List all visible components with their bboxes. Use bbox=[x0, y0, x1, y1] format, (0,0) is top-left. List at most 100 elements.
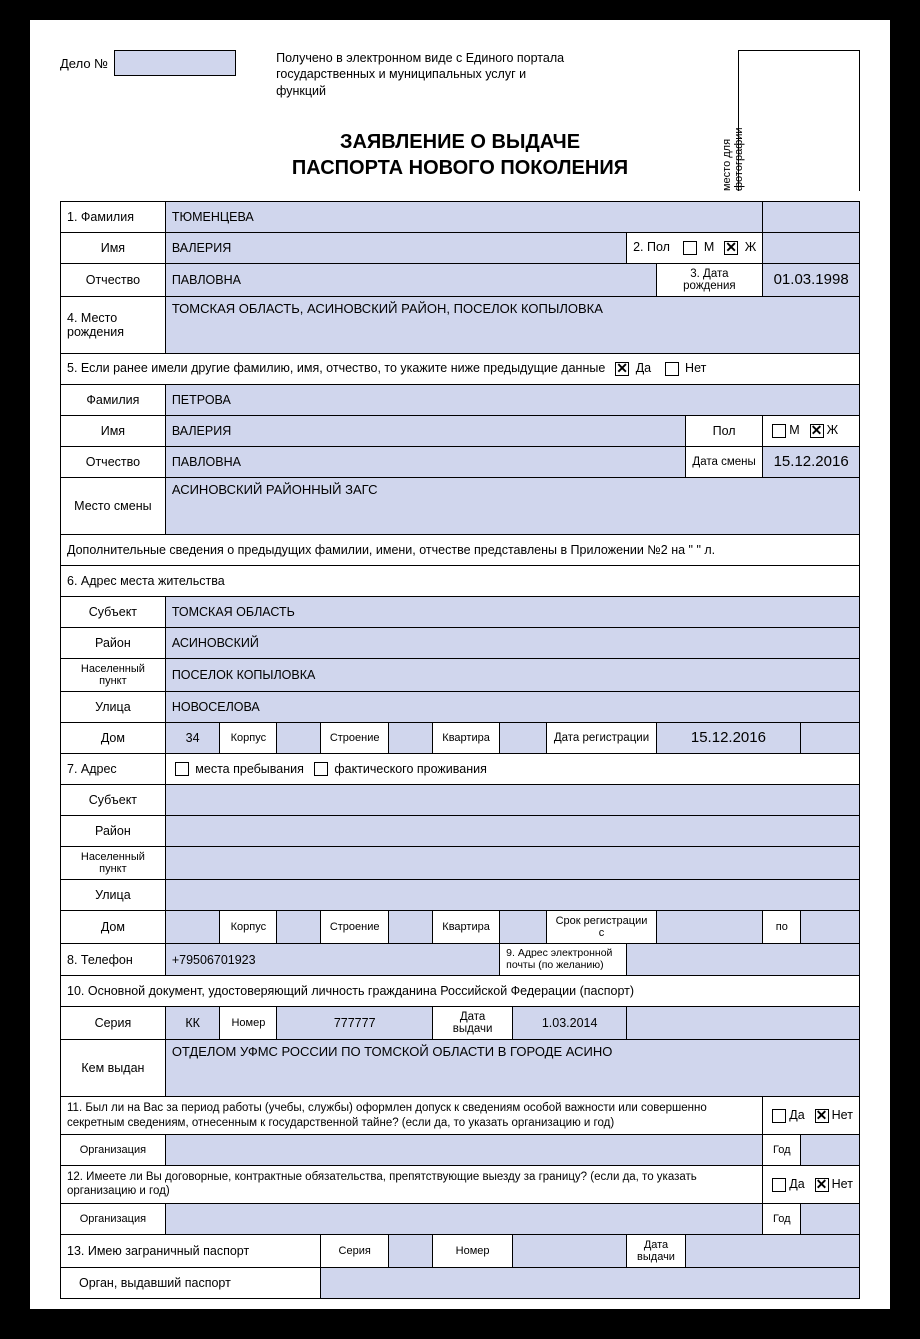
reg-to[interactable] bbox=[801, 911, 860, 944]
prev-patr[interactable]: ПАВЛОВНА bbox=[165, 446, 685, 477]
addr2-subject[interactable] bbox=[165, 784, 859, 815]
addr-subject-label: Субъект bbox=[61, 596, 166, 627]
addr2-district[interactable] bbox=[165, 815, 859, 846]
q12-yes[interactable] bbox=[772, 1178, 786, 1192]
sex-f-checkbox[interactable] bbox=[724, 241, 738, 255]
addendum-note: Дополнительные сведения о предыдущих фам… bbox=[61, 534, 860, 565]
addr2-locality-label: Населенный пункт bbox=[61, 846, 166, 879]
prev-sex-label: Пол bbox=[685, 415, 762, 446]
q12-no[interactable] bbox=[815, 1178, 829, 1192]
surname-value[interactable]: ТЮМЕНЦЕВА bbox=[165, 201, 762, 232]
sex-field: 2. Пол М Ж bbox=[627, 232, 763, 263]
delo-input[interactable] bbox=[114, 50, 236, 76]
birthplace-value[interactable]: ТОМСКАЯ ОБЛАСТЬ, АСИНОВСКИЙ РАЙОН, ПОСЕЛ… bbox=[165, 296, 859, 353]
q12-answer: Да Нет bbox=[763, 1165, 860, 1203]
house2-label: Дом bbox=[61, 911, 166, 944]
issuer[interactable]: ОТДЕЛОМ УФМС РОССИИ ПО ТОМСКОЙ ОБЛАСТИ В… bbox=[165, 1040, 859, 1097]
house-label: Дом bbox=[61, 722, 166, 753]
addr2-street[interactable] bbox=[165, 880, 859, 911]
q11-org-label: Организация bbox=[61, 1134, 166, 1165]
prev-surname[interactable]: ПЕТРОВА bbox=[165, 384, 859, 415]
addr-street-label: Улица bbox=[61, 691, 166, 722]
building2[interactable] bbox=[388, 911, 432, 944]
photo-placeholder: место для фотографии bbox=[738, 50, 860, 191]
q11-year[interactable] bbox=[801, 1134, 860, 1165]
addr-district-label: Район bbox=[61, 627, 166, 658]
building[interactable] bbox=[388, 722, 432, 753]
building2-label: Строение bbox=[321, 911, 388, 944]
change-date-label: Дата смены bbox=[685, 446, 762, 477]
prev-yes-checkbox[interactable] bbox=[615, 362, 629, 376]
addr2-district-label: Район bbox=[61, 815, 166, 846]
dob-value[interactable]: 01.03.1998 bbox=[763, 263, 860, 296]
addr-street[interactable]: НОВОСЕЛОВА bbox=[165, 691, 859, 722]
q11-yes[interactable] bbox=[772, 1109, 786, 1123]
address-header: 6. Адрес места жительства bbox=[61, 565, 860, 596]
addr-subject[interactable]: ТОМСКАЯ ОБЛАСТЬ bbox=[165, 596, 859, 627]
email[interactable] bbox=[627, 944, 860, 976]
change-place-label: Место смены bbox=[61, 477, 166, 534]
q11-year-label: Год bbox=[763, 1134, 801, 1165]
q11-no[interactable] bbox=[815, 1109, 829, 1123]
q13-date[interactable] bbox=[685, 1234, 859, 1267]
house2[interactable] bbox=[165, 911, 220, 944]
korpus[interactable] bbox=[277, 722, 321, 753]
main-table: 1. Фамилия ТЮМЕНЦЕВА Имя ВАЛЕРИЯ 2. Пол … bbox=[60, 201, 860, 1299]
q12: 12. Имеете ли Вы договорные, контрактные… bbox=[61, 1165, 763, 1203]
addr-locality[interactable]: ПОСЕЛОК КОПЫЛОВКА bbox=[165, 658, 859, 691]
reg-date[interactable]: 15.12.2016 bbox=[656, 722, 801, 753]
house[interactable]: 34 bbox=[165, 722, 220, 753]
actual-checkbox[interactable] bbox=[314, 762, 328, 776]
phone[interactable]: +79506701923 bbox=[165, 944, 499, 976]
header: Дело № Получено в электронном виде с Еди… bbox=[60, 50, 860, 99]
number-label: Номер bbox=[220, 1007, 277, 1040]
korpus-label: Корпус bbox=[220, 722, 277, 753]
prev-sex-m-checkbox[interactable] bbox=[772, 424, 786, 438]
q11-org[interactable] bbox=[165, 1134, 762, 1165]
title-line1: ЗАЯВЛЕНИЕ О ВЫДАЧЕ bbox=[340, 131, 580, 153]
flat-label: Квартира bbox=[432, 722, 499, 753]
q12-org[interactable] bbox=[165, 1203, 762, 1234]
issue-date[interactable]: 1.03.2014 bbox=[513, 1007, 627, 1040]
reg-date-label: Дата регистрации bbox=[547, 722, 656, 753]
received-note: Получено в электронном виде с Единого по… bbox=[276, 50, 576, 99]
building-label: Строение bbox=[321, 722, 388, 753]
q13-issuer[interactable] bbox=[321, 1267, 860, 1298]
issuer-label: Кем выдан bbox=[61, 1040, 166, 1097]
stay-checkbox[interactable] bbox=[175, 762, 189, 776]
addr2-locality[interactable] bbox=[165, 846, 859, 879]
q12-org-label: Организация bbox=[61, 1203, 166, 1234]
prev-name-label: Имя bbox=[61, 415, 166, 446]
q13-series-label: Серия bbox=[321, 1234, 388, 1267]
prev-patr-label: Отчество bbox=[61, 446, 166, 477]
photo-label: место для фотографии bbox=[721, 81, 745, 191]
change-place[interactable]: АСИНОВСКИЙ РАЙОННЫЙ ЗАГС bbox=[165, 477, 859, 534]
patronymic-value[interactable]: ПАВЛОВНА bbox=[165, 263, 656, 296]
addr2-street-label: Улица bbox=[61, 880, 166, 911]
dob-label: 3. Дата рождения bbox=[656, 263, 763, 296]
prev-no-checkbox[interactable] bbox=[665, 362, 679, 376]
series[interactable]: КК bbox=[165, 1007, 220, 1040]
addr2-label: 7. Адрес bbox=[61, 753, 166, 784]
change-date[interactable]: 15.12.2016 bbox=[763, 446, 860, 477]
reg-from[interactable] bbox=[656, 911, 763, 944]
q13-number[interactable] bbox=[513, 1234, 627, 1267]
prev-sex-f-checkbox[interactable] bbox=[810, 424, 824, 438]
reg-to-label: по bbox=[763, 911, 801, 944]
korpus2[interactable] bbox=[277, 911, 321, 944]
sex-m-checkbox[interactable] bbox=[683, 241, 697, 255]
reg-term-label: Срок регистрации с bbox=[547, 911, 656, 944]
name-value[interactable]: ВАЛЕРИЯ bbox=[165, 232, 626, 263]
addr-district[interactable]: АСИНОВСКИЙ bbox=[165, 627, 859, 658]
q11: 11. Был ли на Вас за период работы (учеб… bbox=[61, 1097, 763, 1135]
prev-name[interactable]: ВАЛЕРИЯ bbox=[165, 415, 685, 446]
flat2[interactable] bbox=[500, 911, 547, 944]
q13-number-label: Номер bbox=[432, 1234, 512, 1267]
q13-series[interactable] bbox=[388, 1234, 432, 1267]
addr2-type: места пребывания фактического проживания bbox=[165, 753, 859, 784]
addr2-subject-label: Субъект bbox=[61, 784, 166, 815]
flat[interactable] bbox=[500, 722, 547, 753]
q12-year[interactable] bbox=[801, 1203, 860, 1234]
number[interactable]: 777777 bbox=[277, 1007, 433, 1040]
q13-date-label: Дата выдачи bbox=[627, 1234, 686, 1267]
